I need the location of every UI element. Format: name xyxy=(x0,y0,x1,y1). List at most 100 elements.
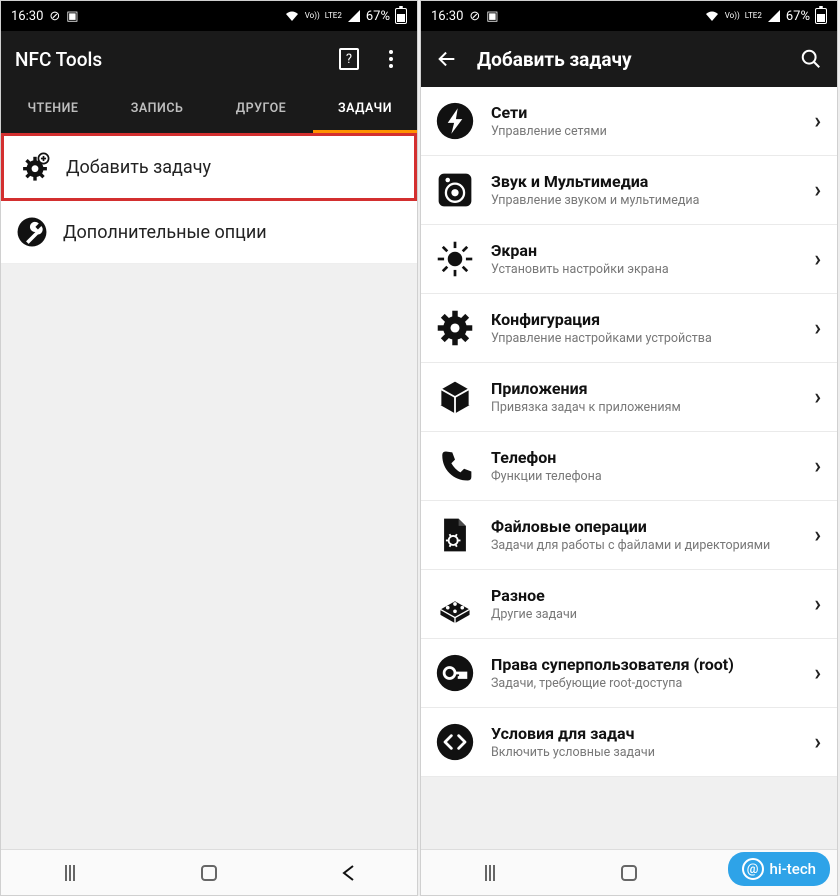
category-row[interactable]: Телефон Функции телефона › xyxy=(421,432,837,501)
picture-icon: ▣ xyxy=(486,9,498,24)
category-subtitle: Задачи, требующие root-доступа xyxy=(491,676,794,691)
chevron-right-icon: › xyxy=(808,316,827,341)
category-row[interactable]: Разное Другие задачи › xyxy=(421,570,837,639)
category-subtitle: Функции телефона xyxy=(491,469,794,484)
tab-read[interactable]: ЧТЕНИЕ xyxy=(1,87,105,133)
wifi-icon xyxy=(284,10,300,22)
arrow-left-icon xyxy=(436,48,458,70)
category-text: Права суперпользователя (root) Задачи, т… xyxy=(491,655,794,691)
network-label-2: LTE2 xyxy=(745,12,762,20)
add-task-label: Добавить задачу xyxy=(66,157,211,178)
category-row[interactable]: Звук и Мультимедиа Управление звуком и м… xyxy=(421,156,837,225)
category-subtitle: Управление сетями xyxy=(491,124,794,139)
more-options-label: Дополнительные опции xyxy=(63,222,267,243)
category-text: Условия для задач Включить условные зада… xyxy=(491,724,794,760)
chevron-right-icon: › xyxy=(808,454,827,479)
category-row[interactable]: Приложения Привязка задач к приложениям … xyxy=(421,363,837,432)
category-title: Звук и Мультимедиа xyxy=(491,172,794,191)
category-text: Файловые операции Задачи для работы с фа… xyxy=(491,517,794,553)
category-subtitle: Управление настройками устройства xyxy=(491,331,794,346)
category-text: Конфигурация Управление настройками устр… xyxy=(491,310,794,346)
category-row[interactable]: Условия для задач Включить условные зада… xyxy=(421,708,837,777)
category-row[interactable]: Файловые операции Задачи для работы с фа… xyxy=(421,501,837,570)
nav-recent[interactable] xyxy=(40,859,100,887)
back-button[interactable] xyxy=(435,47,459,71)
gear-icon xyxy=(433,306,477,350)
battery-icon xyxy=(395,8,407,24)
key-icon xyxy=(433,651,477,695)
battery-icon xyxy=(815,8,827,24)
chevron-right-icon: › xyxy=(808,661,827,686)
category-title: Конфигурация xyxy=(491,310,794,329)
help-icon: ? xyxy=(339,48,359,70)
chevron-right-icon: › xyxy=(808,523,827,548)
category-subtitle: Управление звуком и мультимедиа xyxy=(491,193,794,208)
wrench-icon xyxy=(15,215,49,249)
at-icon: @ xyxy=(742,858,764,880)
category-title: Разное xyxy=(491,586,794,605)
status-bar: 16:30 ⊘ ▣ Vo)) LTE2 67% xyxy=(1,1,417,31)
category-title: Телефон xyxy=(491,448,794,467)
signal-icon xyxy=(347,10,361,22)
network-label-2: LTE2 xyxy=(325,12,342,20)
recent-icon xyxy=(65,865,75,881)
nav-recent[interactable] xyxy=(460,859,520,887)
category-row[interactable]: Экран Установить настройки экрана › xyxy=(421,225,837,294)
category-text: Приложения Привязка задач к приложениям xyxy=(491,379,794,415)
chevron-right-icon: › xyxy=(808,730,827,755)
content-area: Добавить задачу Дополнительные опции xyxy=(1,133,417,849)
bolt-icon xyxy=(433,99,477,143)
category-title: Права суперпользователя (root) xyxy=(491,655,794,674)
picture-icon: ▣ xyxy=(66,9,78,24)
category-list[interactable]: Сети Управление сетями › Звук и Мультиме… xyxy=(421,87,837,849)
category-subtitle: Привязка задач к приложениям xyxy=(491,400,794,415)
recent-icon xyxy=(485,865,495,881)
nav-bar xyxy=(1,849,417,895)
signal-icon xyxy=(767,10,781,22)
category-text: Звук и Мультимедиа Управление звуком и м… xyxy=(491,172,794,208)
phone-right: 16:30 ⊘ ▣ Vo)) LTE2 67% Добавить задачу xyxy=(420,0,838,896)
tab-other[interactable]: ДРУГОЕ xyxy=(209,87,313,133)
tab-tasks[interactable]: ЗАДАЧИ xyxy=(313,87,417,133)
category-text: Экран Установить настройки экрана xyxy=(491,241,794,277)
battery-percent: 67% xyxy=(786,9,810,24)
app-bar: NFC Tools ? xyxy=(1,31,417,87)
search-button[interactable] xyxy=(799,47,823,71)
phone-left: 16:30 ⊘ ▣ Vo)) LTE2 67% NFC Tools ? ЧТЕН… xyxy=(0,0,418,896)
chevron-right-icon: › xyxy=(808,592,827,617)
nav-home[interactable] xyxy=(179,859,239,887)
app-title: NFC Tools xyxy=(15,48,319,71)
brightness-icon xyxy=(433,237,477,281)
category-subtitle: Другие задачи xyxy=(491,607,794,622)
category-row[interactable]: Сети Управление сетями › xyxy=(421,87,837,156)
category-text: Телефон Функции телефона xyxy=(491,448,794,484)
shield-icon: ⊘ xyxy=(49,9,60,24)
shield-icon: ⊘ xyxy=(469,9,480,24)
battery-percent: 67% xyxy=(366,9,390,24)
category-title: Сети xyxy=(491,103,794,122)
category-subtitle: Задачи для работы с файлами и директория… xyxy=(491,538,794,553)
status-time: 16:30 xyxy=(431,9,463,24)
nav-home[interactable] xyxy=(599,859,659,887)
category-subtitle: Включить условные задачи xyxy=(491,745,794,760)
category-title: Условия для задач xyxy=(491,724,794,743)
more-options-row[interactable]: Дополнительные опции xyxy=(1,201,417,264)
nav-back[interactable] xyxy=(318,859,378,887)
category-row[interactable]: Конфигурация Управление настройками устр… xyxy=(421,294,837,363)
home-icon xyxy=(621,865,637,881)
category-row[interactable]: Права суперпользователя (root) Задачи, т… xyxy=(421,639,837,708)
category-text: Разное Другие задачи xyxy=(491,586,794,622)
help-button[interactable]: ? xyxy=(337,47,361,71)
tab-write[interactable]: ЗАПИСЬ xyxy=(105,87,209,133)
back-icon xyxy=(341,864,355,882)
category-title: Приложения xyxy=(491,379,794,398)
chevron-right-icon: › xyxy=(808,247,827,272)
wifi-icon xyxy=(704,10,720,22)
home-icon xyxy=(201,865,217,881)
add-task-row[interactable]: Добавить задачу xyxy=(1,133,417,201)
cube-icon xyxy=(433,375,477,419)
network-label-1: Vo)) xyxy=(305,12,320,20)
app-bar: Добавить задачу xyxy=(421,31,837,87)
overflow-menu-button[interactable] xyxy=(379,47,403,71)
watermark: @ hi-tech xyxy=(728,852,830,886)
